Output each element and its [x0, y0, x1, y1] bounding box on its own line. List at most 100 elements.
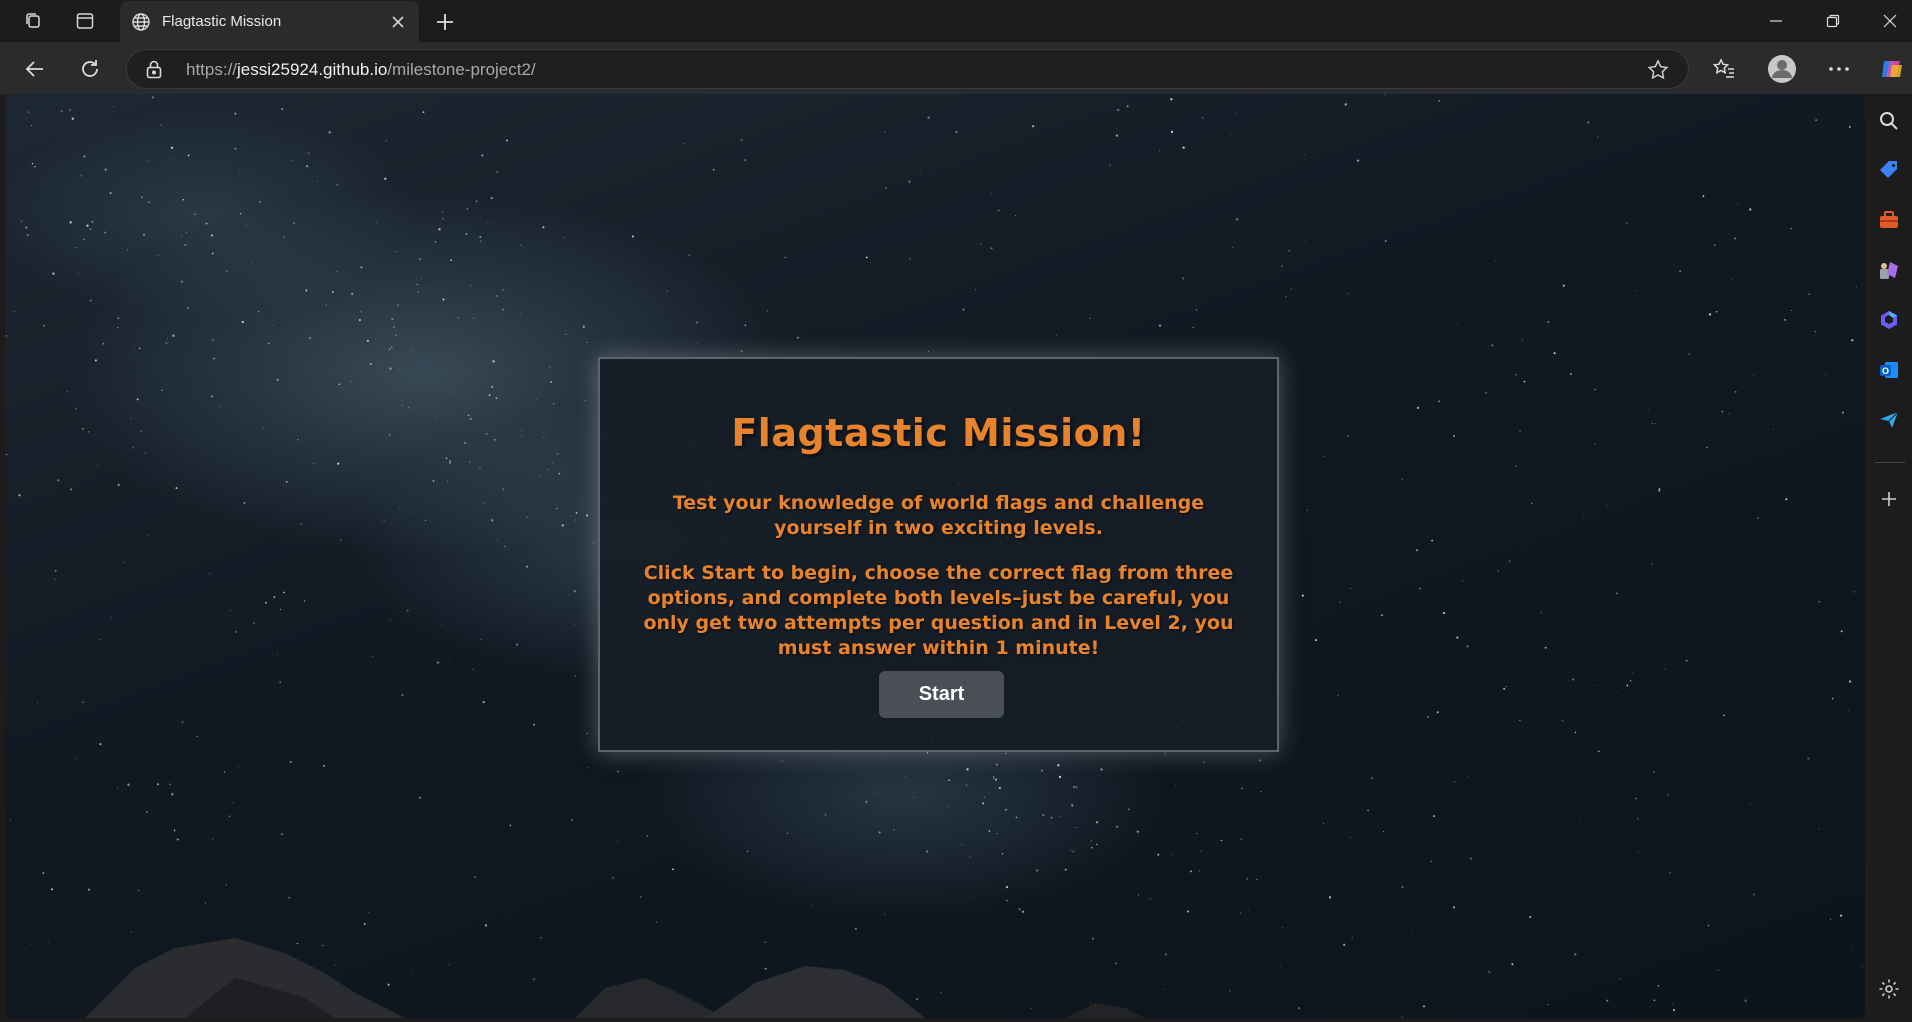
close-tab-icon[interactable] — [387, 11, 409, 33]
star-dot — [1100, 768, 1103, 771]
restore-icon[interactable] — [1813, 8, 1853, 34]
star-dot — [982, 802, 985, 805]
star-dot — [388, 348, 391, 350]
star-dot — [1519, 430, 1521, 432]
star-dot — [586, 514, 589, 517]
star-dot — [272, 324, 274, 326]
games-icon[interactable] — [1876, 257, 1902, 283]
star-dot — [259, 200, 261, 203]
star-dot — [42, 872, 45, 875]
star-dot — [549, 442, 550, 444]
star-dot — [130, 418, 132, 420]
star-dot — [286, 481, 288, 483]
add-icon[interactable] — [1876, 486, 1902, 512]
url-text[interactable]: https://jessi25924.github.io/milestone-p… — [186, 60, 536, 80]
star-dot — [210, 395, 213, 398]
star-dot — [442, 218, 444, 220]
star-dot — [1637, 817, 1639, 820]
minimize-icon[interactable] — [1756, 8, 1796, 34]
star-dot — [533, 502, 535, 504]
address-bar[interactable]: https://jessi25924.github.io/milestone-p… — [126, 49, 1689, 89]
close-window-icon[interactable] — [1870, 8, 1910, 34]
star-dot — [239, 212, 242, 215]
star-dot — [175, 487, 178, 490]
lock-icon[interactable] — [145, 59, 165, 79]
star-dot — [127, 301, 129, 303]
star-dot — [436, 661, 440, 664]
star-dot — [1322, 822, 1324, 824]
star-dot — [1611, 534, 1612, 536]
search-icon[interactable] — [1876, 108, 1902, 134]
star-dot — [399, 368, 401, 370]
copilot-icon[interactable] — [1877, 54, 1907, 84]
refresh-icon[interactable] — [75, 54, 105, 84]
star-dot — [631, 235, 634, 238]
star-dot — [1189, 870, 1192, 873]
star-dot — [13, 310, 16, 313]
star-dot — [495, 295, 498, 297]
star-dot — [408, 407, 410, 409]
star-dot — [276, 653, 278, 655]
more-icon[interactable] — [1824, 54, 1854, 84]
toolbox-icon[interactable] — [1876, 207, 1902, 233]
star-dot — [1339, 601, 1341, 603]
star-dot — [253, 622, 255, 625]
back-icon[interactable] — [20, 54, 50, 84]
star-dot — [54, 578, 56, 581]
send-icon[interactable] — [1876, 407, 1902, 433]
start-button[interactable]: Start — [879, 671, 1004, 718]
star-dot — [1230, 133, 1232, 135]
star-dot — [1790, 309, 1792, 312]
favorite-star-icon[interactable] — [1646, 58, 1670, 82]
star-dot — [1626, 684, 1629, 687]
star-dot — [1290, 288, 1292, 290]
favorites-list-icon[interactable] — [1709, 54, 1739, 84]
star-dot — [1579, 822, 1581, 824]
star-dot — [31, 162, 34, 165]
star-dot — [574, 674, 576, 677]
star-dot — [281, 108, 284, 110]
star-dot — [313, 463, 315, 465]
star-dot — [1749, 803, 1751, 806]
star-dot — [1433, 815, 1435, 818]
star-dot — [467, 414, 470, 417]
svg-text:O: O — [1882, 366, 1889, 376]
shopping-tag-icon[interactable] — [1876, 157, 1902, 183]
star-dot — [1561, 719, 1564, 722]
star-dot — [136, 398, 139, 401]
profile-icon[interactable] — [1767, 54, 1797, 84]
star-dot — [1814, 330, 1817, 333]
star-dot — [234, 112, 237, 115]
star-dot — [52, 272, 55, 275]
browser-titlebar: Flagtastic Mission — [0, 0, 1912, 42]
settings-icon[interactable] — [1876, 976, 1902, 1002]
star-dot — [509, 824, 512, 827]
star-dot — [325, 304, 327, 306]
star-dot — [410, 348, 412, 350]
star-dot — [1159, 150, 1160, 152]
star-dot — [1304, 153, 1306, 155]
copilot-app-icon[interactable] — [1876, 307, 1902, 333]
star-dot — [1503, 687, 1505, 690]
star-dot — [316, 180, 318, 182]
star-dot — [151, 96, 155, 99]
new-tab-icon[interactable] — [432, 9, 458, 35]
star-dot — [582, 325, 585, 328]
star-dot — [144, 338, 146, 339]
tab-flagtastic[interactable]: Flagtastic Mission — [120, 1, 419, 42]
star-dot — [1484, 391, 1487, 394]
workspaces-icon[interactable] — [20, 9, 46, 33]
star-dot — [331, 291, 334, 293]
star-dot — [1084, 100, 1086, 102]
star-dot — [1135, 345, 1137, 346]
star-dot — [1574, 731, 1577, 734]
star-dot — [1734, 390, 1737, 393]
star-dot — [573, 590, 576, 593]
star-dot — [1547, 321, 1550, 323]
star-dot — [1347, 293, 1349, 295]
star-dot — [539, 476, 541, 478]
vertical-tabs-icon[interactable] — [72, 9, 98, 33]
outlook-icon[interactable]: O — [1876, 357, 1902, 383]
star-dot — [1834, 757, 1836, 758]
star-dot — [60, 110, 63, 113]
